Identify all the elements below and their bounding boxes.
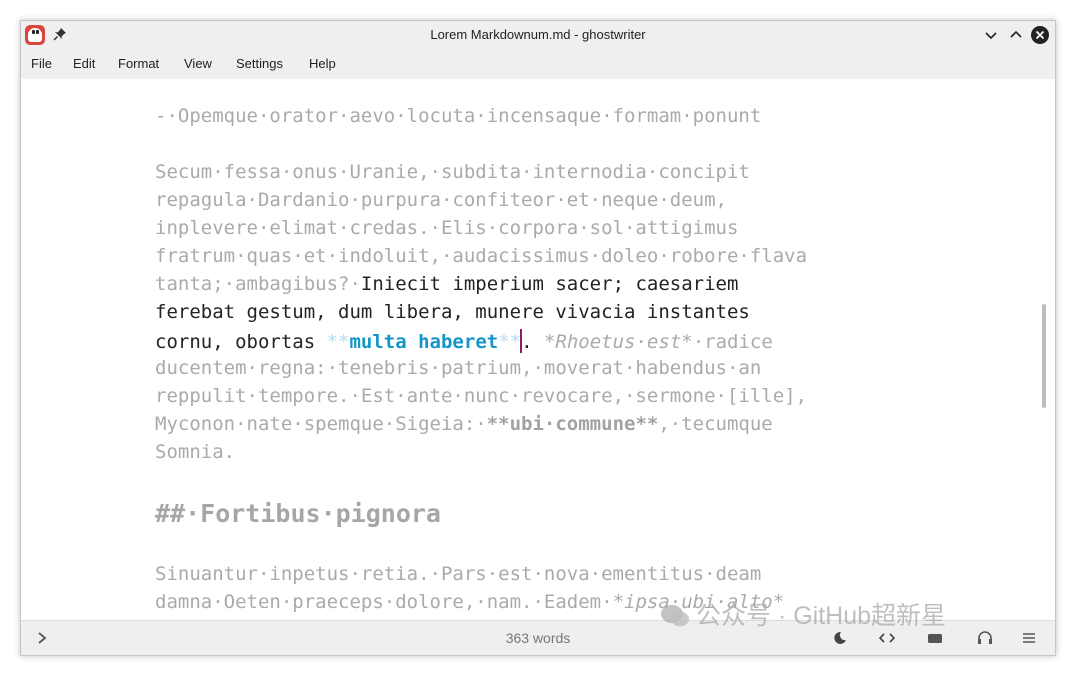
menu-view[interactable]: View — [184, 56, 212, 71]
italic-text: *Rhoetus·est* — [532, 331, 693, 353]
scrollbar-thumb[interactable] — [1042, 304, 1046, 408]
word-count: 363 words — [505, 630, 571, 646]
bold-text: **ubi·commune** — [486, 413, 659, 435]
editor-line: ferebat gestum, dum libera, munere vivac… — [155, 301, 750, 323]
app-window: Lorem Markdownum.md - ghostwriter File E… — [20, 20, 1056, 656]
maximize-icon[interactable] — [1007, 26, 1025, 44]
watermark: 公众号 · GitHub超新星 — [660, 596, 946, 632]
editor-line: Sinuantur·inpetus·retia.·Pars·est·nova·e… — [155, 563, 762, 585]
editor-line: -·Opemque·orator·aevo·locuta·incensaque·… — [155, 105, 762, 127]
editor-area[interactable]: -·Opemque·orator·aevo·locuta·incensaque·… — [21, 79, 1055, 621]
editor-line: reppulit·tempore.·Est·ante·nunc·revocare… — [155, 385, 808, 407]
editor-line: tanta;·ambagibus?·Iniecit imperium sacer… — [155, 273, 738, 295]
editor-line: cornu, obortas **multa haberet**. *Rhoet… — [155, 329, 773, 353]
editor-line: repagula·Dardanio·purpura·confiteor·et·n… — [155, 189, 727, 211]
title-bar[interactable]: Lorem Markdownum.md - ghostwriter — [21, 21, 1055, 49]
editor-line: Myconon·nate·spemque·Sigeia:·**ubi·commu… — [155, 413, 773, 435]
wechat-logo-icon — [661, 605, 689, 627]
dim-text: tanta;·ambagibus?· — [155, 273, 361, 295]
menu-bar: File Edit Format View Settings Help — [21, 49, 1055, 79]
moon-icon[interactable] — [831, 631, 847, 645]
menu-edit[interactable]: Edit — [73, 56, 95, 71]
markdown-marker: ** — [498, 331, 522, 353]
dim-text: ,·tecumque — [658, 413, 773, 435]
minimize-icon[interactable] — [982, 26, 1000, 44]
active-text: Iniecit imperium sacer; caesariem — [360, 273, 739, 295]
dim-text: ·radice — [692, 331, 773, 353]
menu-settings[interactable]: Settings — [236, 56, 283, 71]
watermark-text: 公众号 · GitHub超新星 — [696, 602, 947, 630]
active-text: . — [521, 331, 533, 353]
active-text: cornu, obortas — [155, 331, 327, 353]
headphones-icon[interactable] — [977, 631, 993, 645]
dim-text: Myconon·nate·spemque·Sigeia:· — [155, 413, 487, 435]
heading-line: ##·Fortibus·pignora — [155, 499, 441, 528]
bold-text: multa haberet — [349, 331, 499, 353]
window-title: Lorem Markdownum.md - ghostwriter — [430, 27, 646, 42]
editor-line: Secum·fessa·onus·Uranie,·subdita·interno… — [155, 161, 750, 183]
menu-help[interactable]: Help — [309, 56, 336, 71]
close-icon[interactable] — [1031, 26, 1049, 44]
dim-text: damna·Oeten·praeceps·dolore,·nam.·Eadem· — [155, 591, 613, 613]
menu-format[interactable]: Format — [118, 56, 159, 71]
editor-line: inplevere·elimat·credas.·Elis·corpora·so… — [155, 217, 739, 239]
code-icon[interactable] — [879, 631, 895, 645]
menu-file[interactable]: File — [31, 56, 52, 71]
editor-line: ducentem·regna:·tenebris·patrium,·movera… — [155, 357, 762, 379]
editor-line: fratrum·quas·et·indoluit,·audacissimus·d… — [155, 245, 808, 267]
markdown-marker: ** — [326, 331, 350, 353]
keyboard-icon[interactable] — [927, 631, 943, 645]
settings-icon[interactable] — [1021, 631, 1037, 645]
editor-line: Somnia. — [155, 441, 236, 463]
